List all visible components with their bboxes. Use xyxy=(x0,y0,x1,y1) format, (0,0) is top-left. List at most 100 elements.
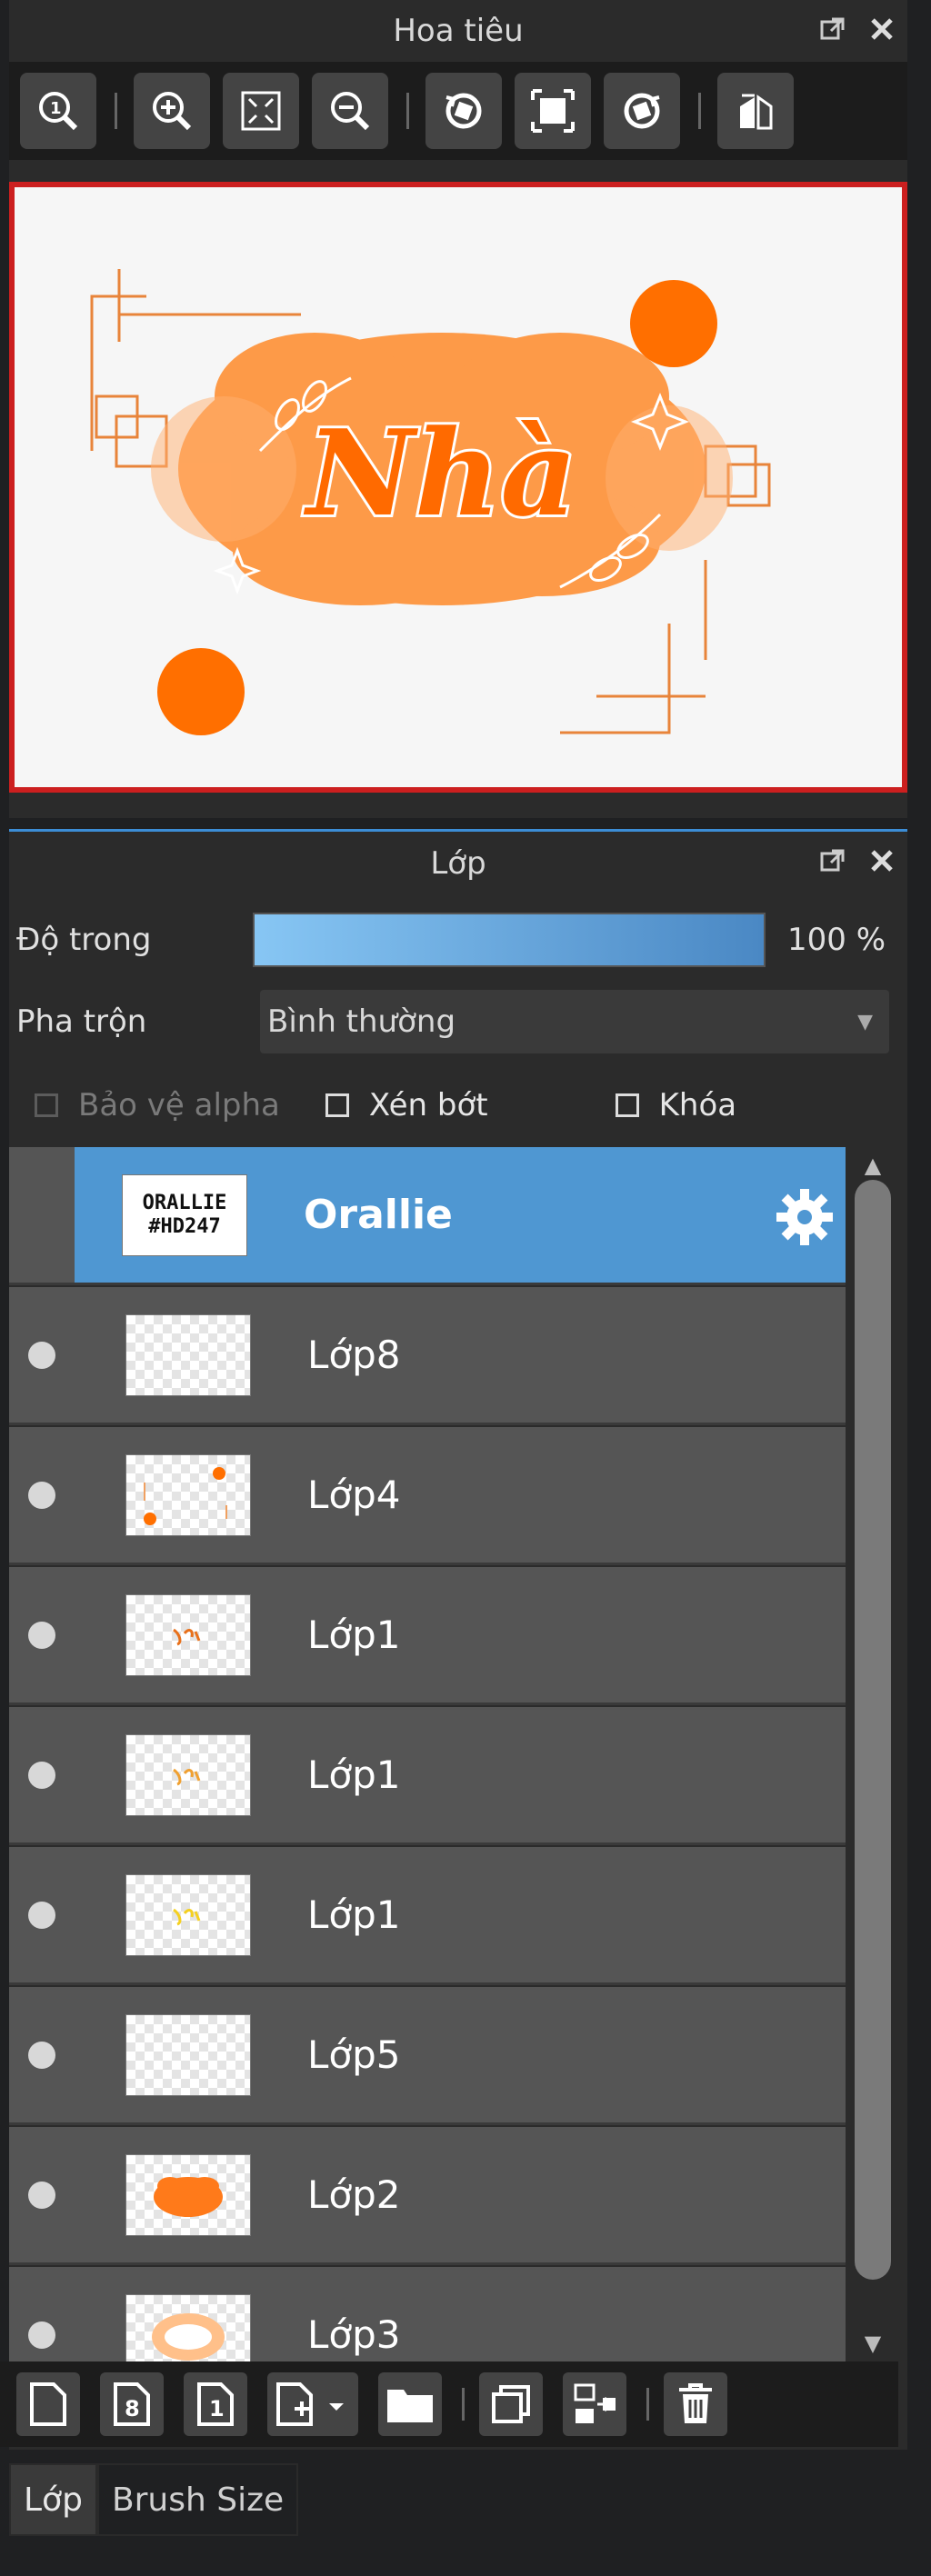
rotate-right-icon[interactable] xyxy=(604,73,680,149)
opacity-label: Độ trong xyxy=(16,922,152,958)
delete-layer-icon[interactable] xyxy=(664,2372,727,2436)
new-8bit-layer-icon[interactable]: 8 xyxy=(100,2372,164,2436)
layer-thumbnail: ORALLIE #HD247 xyxy=(122,1173,247,1256)
layer-row[interactable]: Lớp8 xyxy=(9,1287,846,1425)
layer-toolbar: 8 1 xyxy=(0,2361,898,2447)
layer-thumbnail xyxy=(125,2293,251,2361)
layer-thumbnail xyxy=(125,2013,251,2096)
popout-icon[interactable] xyxy=(816,844,849,877)
close-icon[interactable] xyxy=(866,13,898,45)
checkbox-box xyxy=(325,1093,349,1117)
visibility-dot-icon xyxy=(28,1901,55,1929)
lock-label: Khóa xyxy=(658,1087,737,1123)
tab-brush-size[interactable]: Brush Size xyxy=(96,2463,299,2536)
blend-mode-value: Bình thường xyxy=(267,1003,456,1040)
layer-row[interactable]: Lớp1 xyxy=(9,1707,846,1845)
thumb-text: #HD247 xyxy=(148,1214,221,1238)
layer-title-bar: Lớp xyxy=(9,832,907,895)
fit-window-icon[interactable] xyxy=(515,73,591,149)
navigator-title-bar: Hoa tiêu xyxy=(9,0,907,62)
checkbox-box xyxy=(615,1093,639,1117)
navigator-canvas-preview[interactable]: Nhà xyxy=(9,182,907,793)
blend-row: Pha trộn Bình thường ▼ xyxy=(0,989,931,1054)
opacity-value: 100 % xyxy=(787,922,886,958)
navigator-bottom-bar xyxy=(9,793,907,818)
visibility-toggle[interactable] xyxy=(9,1987,75,2122)
zoom-reset-icon[interactable]: 1 xyxy=(20,73,96,149)
thumb-text: ORALLIE xyxy=(142,1191,227,1214)
layer-row[interactable]: Lớp1 xyxy=(9,1567,846,1705)
navigator-panel: Hoa tiêu 1 Nhà xyxy=(9,0,907,818)
visibility-dot-icon xyxy=(28,1761,55,1789)
lock-checkbox[interactable]: Khóa xyxy=(615,1087,737,1123)
fit-screen-icon[interactable] xyxy=(223,73,299,149)
layer-row[interactable]: ORALLIE #HD247 Orallie xyxy=(9,1147,846,1285)
layer-name: Lớp1 xyxy=(307,1752,401,1797)
checkbox-box xyxy=(35,1093,58,1117)
scroll-down-icon[interactable]: ▼ xyxy=(849,2325,896,2361)
visibility-dot-icon xyxy=(28,1481,55,1509)
merge-down-icon[interactable] xyxy=(563,2372,626,2436)
layer-name: Lớp1 xyxy=(307,1612,401,1657)
layer-row[interactable]: Lớp4 xyxy=(9,1427,846,1565)
gear-icon[interactable] xyxy=(775,1187,835,1251)
add-layer-dropdown-icon[interactable] xyxy=(267,2372,358,2436)
blend-label: Pha trộn xyxy=(16,1003,147,1040)
zoom-in-icon[interactable] xyxy=(134,73,210,149)
navigator-title: Hoa tiêu xyxy=(393,13,524,49)
artwork-title-text: Nhà xyxy=(303,404,577,543)
layer-row[interactable]: Lớp2 xyxy=(9,2127,846,2265)
visibility-toggle[interactable] xyxy=(9,2127,75,2262)
svg-text:1: 1 xyxy=(50,99,62,118)
layer-row[interactable]: Lớp3 xyxy=(9,2267,846,2361)
app-window: Hoa tiêu 1 Nhà Lớp Độ trong 100 % Pha tr… xyxy=(0,0,931,2576)
toolbar-separator xyxy=(115,93,117,129)
visibility-toggle[interactable] xyxy=(9,1427,75,1563)
layer-thumbnail xyxy=(125,1873,251,1956)
layer-scrollbar[interactable]: ▲ ▼ xyxy=(849,1147,896,2361)
layer-thumbnail xyxy=(125,1733,251,1816)
duplicate-layer-icon[interactable] xyxy=(479,2372,543,2436)
protect-alpha-label: Bảo vệ alpha xyxy=(78,1087,280,1123)
opacity-slider[interactable] xyxy=(253,913,766,967)
flip-horizontal-icon[interactable] xyxy=(717,73,794,149)
clipping-label: Xén bớt xyxy=(368,1087,488,1123)
blend-mode-select[interactable]: Bình thường ▼ xyxy=(260,990,889,1053)
visibility-toggle[interactable] xyxy=(9,1287,75,1423)
toolbar-separator xyxy=(406,93,409,129)
new-layer-icon[interactable] xyxy=(16,2372,80,2436)
layer-name: Lớp4 xyxy=(307,1473,401,1517)
visibility-toggle[interactable] xyxy=(9,2267,75,2361)
scrollbar-thumb[interactable] xyxy=(855,1180,891,2280)
visibility-toggle[interactable] xyxy=(9,1707,75,1842)
rotate-left-icon[interactable] xyxy=(425,73,502,149)
clipping-checkbox[interactable]: Xén bớt xyxy=(325,1087,488,1123)
protect-alpha-checkbox[interactable]: Bảo vệ alpha xyxy=(35,1087,280,1123)
layer-options-row: Bảo vệ alpha Xén bớt Khóa xyxy=(0,1069,931,1142)
layer-list: ORALLIE #HD247 Orallie Lớp8 Lớp4 Lớp1 Lớ… xyxy=(9,1147,846,2361)
tab-layer[interactable]: Lớp xyxy=(9,2463,97,2536)
chevron-down-icon: ▼ xyxy=(857,1010,873,1033)
visibility-toggle[interactable] xyxy=(9,1567,75,1702)
layer-row[interactable]: Lớp1 xyxy=(9,1847,846,1985)
bottom-tabs: Lớp Brush Size xyxy=(9,2463,299,2536)
visibility-toggle[interactable] xyxy=(9,1847,75,1982)
zoom-out-icon[interactable] xyxy=(312,73,388,149)
artwork-preview: Nhà xyxy=(90,269,771,735)
navigator-toolbar: 1 xyxy=(9,62,907,160)
visibility-dot-icon xyxy=(28,1341,55,1369)
visibility-toggle[interactable] xyxy=(9,1147,75,1283)
layer-thumbnail xyxy=(125,2153,251,2236)
folder-icon[interactable] xyxy=(378,2372,442,2436)
layer-name: Lớp3 xyxy=(307,2312,401,2357)
layer-name: Lớp5 xyxy=(307,2032,401,2077)
close-icon[interactable] xyxy=(866,844,898,877)
new-1bit-layer-icon[interactable]: 1 xyxy=(184,2372,247,2436)
layer-thumbnail xyxy=(125,1593,251,1676)
layer-row[interactable]: Lớp5 xyxy=(9,1987,846,2125)
svg-text:8: 8 xyxy=(125,2396,140,2421)
toolbar-separator xyxy=(646,2388,649,2421)
layer-name: Lớp2 xyxy=(307,2172,401,2217)
scroll-up-icon[interactable]: ▲ xyxy=(849,1147,896,1183)
popout-icon[interactable] xyxy=(816,13,849,45)
